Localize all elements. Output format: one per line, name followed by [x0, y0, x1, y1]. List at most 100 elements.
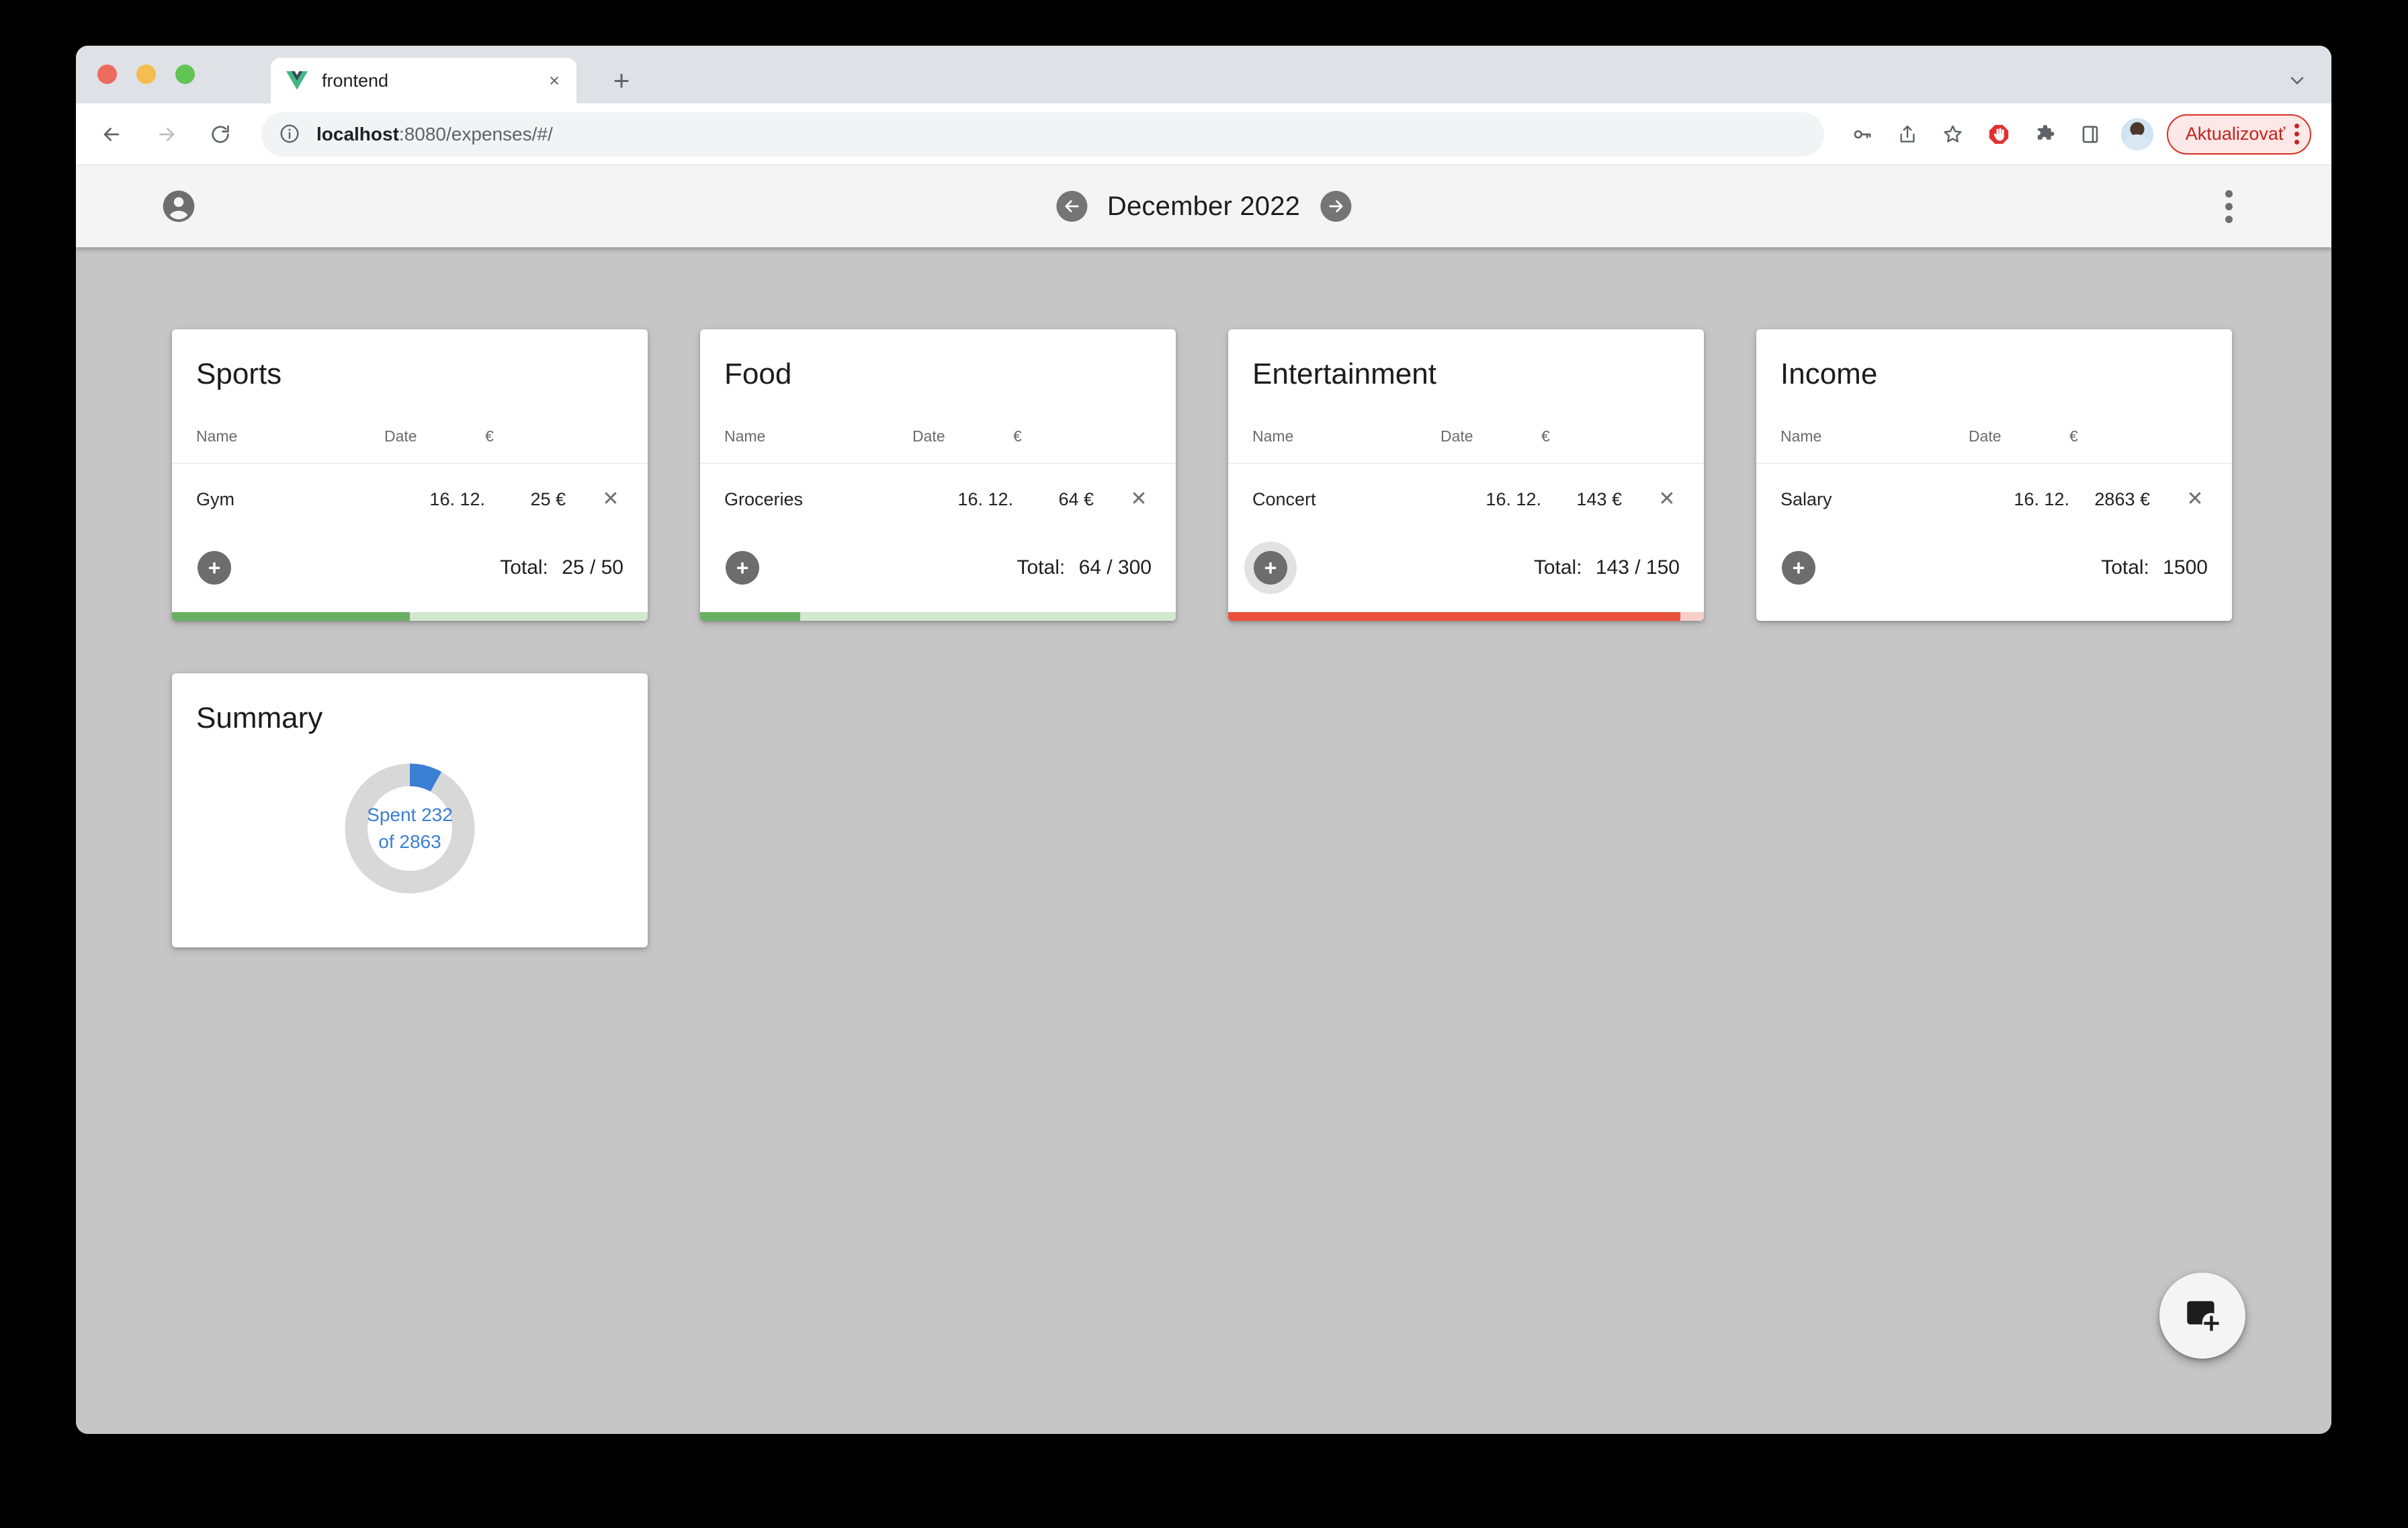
back-arrow-icon[interactable] — [92, 115, 131, 154]
avatar[interactable] — [2120, 118, 2153, 151]
account-circle-icon[interactable] — [158, 185, 200, 227]
budget-progress-fill — [700, 612, 800, 621]
donut-holder: Spent 232 of 2863 — [339, 758, 480, 899]
column-header-amount: € — [1541, 427, 1550, 445]
delete-expense-button[interactable]: ✕ — [1654, 486, 1680, 512]
summary-donut-chart: Spent 232 of 2863 — [172, 735, 648, 917]
expense-name: Concert — [1252, 489, 1316, 509]
more-vert-icon[interactable] — [2294, 124, 2299, 144]
table-row: Groceries 16. 12. 64 € ✕ — [700, 464, 1176, 535]
toolbar-actions: Aktualizovať — [1835, 114, 2331, 155]
close-tab-button[interactable]: × — [544, 71, 564, 91]
add-expense-button[interactable]: + — [716, 542, 769, 594]
app-viewport: December 2022 Sports Name Date € Gym 16.… — [76, 165, 2331, 1434]
add-expense-button[interactable]: + — [1772, 542, 1825, 594]
table-header: Name Date € — [1228, 391, 1704, 464]
add-expense-button[interactable]: + — [1244, 542, 1297, 594]
update-button-label: Aktualizovať — [2185, 124, 2285, 144]
total-value: 64 / 300 — [1078, 556, 1152, 579]
table-header: Name Date € — [172, 391, 648, 464]
budget-progress-bar — [1228, 612, 1704, 621]
url-host: localhost — [316, 123, 399, 144]
summary-card-row: Summary Spent 232 of 2863 — [76, 673, 2331, 947]
star-icon[interactable] — [1934, 116, 1972, 153]
url-path: :8080/expenses/#/ — [398, 123, 553, 144]
column-header-amount: € — [485, 427, 494, 445]
summary-title: Summary — [196, 702, 323, 734]
column-header-date: Date — [912, 427, 945, 445]
add-card-icon — [2182, 1293, 2223, 1339]
plus-icon: + — [1254, 551, 1287, 585]
next-month-button[interactable] — [1320, 191, 1352, 222]
card-footer: + Total: 1500 — [1756, 535, 2232, 621]
reload-icon[interactable] — [201, 115, 240, 154]
column-header-date: Date — [1969, 427, 2002, 445]
plus-icon: + — [1782, 551, 1815, 585]
previous-month-button[interactable] — [1056, 191, 1087, 222]
column-header-date: Date — [1440, 427, 1473, 445]
delete-expense-button[interactable]: ✕ — [598, 486, 624, 512]
url-text: localhost:8080/expenses/#/ — [316, 124, 553, 145]
table-header: Name Date € — [700, 391, 1176, 464]
card-total: Total: 64 / 300 — [1017, 556, 1152, 579]
new-tab-button[interactable]: + — [607, 66, 636, 95]
expense-date: 16. 12. — [1486, 489, 1541, 509]
column-header-name: Name — [1780, 427, 1822, 445]
forward-arrow-icon[interactable] — [147, 115, 186, 154]
chevron-down-icon[interactable] — [2287, 70, 2307, 93]
total-label: Total: — [1017, 556, 1066, 579]
expense-amount: 143 € — [1576, 489, 1622, 509]
update-browser-button[interactable]: Aktualizovať — [2166, 114, 2311, 155]
more-vert-icon[interactable] — [2212, 187, 2245, 226]
expense-date: 16. 12. — [429, 489, 485, 509]
card-footer: + Total: 64 / 300 — [700, 535, 1176, 621]
adblock-icon[interactable] — [1980, 116, 2018, 153]
browser-toolbar: localhost:8080/expenses/#/ Aktualizovať — [76, 103, 2331, 165]
plus-icon: + — [726, 551, 759, 585]
category-card: Entertainment Name Date € Concert 16. 12… — [1228, 329, 1704, 621]
column-header-amount: € — [2069, 427, 2078, 445]
donut-svg — [345, 763, 475, 894]
budget-progress-fill — [1228, 612, 1680, 621]
table-row: Salary 16. 12. 2863 € ✕ — [1756, 464, 2232, 535]
browser-tab[interactable]: frontend × — [271, 58, 576, 103]
tab-title: frontend — [322, 70, 389, 91]
expense-amount: 2863 € — [2094, 489, 2150, 509]
column-header-date: Date — [384, 427, 417, 445]
delete-expense-button[interactable]: ✕ — [1126, 486, 1152, 512]
table-header: Name Date € — [1756, 391, 2232, 464]
summary-card: Summary Spent 232 of 2863 — [172, 673, 648, 947]
column-header-amount: € — [1013, 427, 1022, 445]
expense-amount: 25 € — [530, 489, 566, 509]
plus-icon: + — [198, 551, 231, 585]
total-label: Total: — [1533, 556, 1582, 579]
card-total: Total: 25 / 50 — [500, 556, 624, 579]
vue-logo-icon — [286, 71, 308, 91]
table-row: Gym 16. 12. 25 € ✕ — [172, 464, 648, 535]
add-expense-button[interactable]: + — [188, 542, 241, 594]
card-total: Total: 1500 — [2101, 556, 2208, 579]
total-value: 143 / 150 — [1595, 556, 1680, 579]
browser-window: frontend × + localhost:8080/expenses/#/ … — [76, 46, 2331, 1434]
cards-area: Sports Name Date € Gym 16. 12. 25 € ✕ + — [76, 247, 2331, 947]
info-circle-icon[interactable] — [279, 123, 302, 146]
address-bar[interactable]: localhost:8080/expenses/#/ — [261, 112, 1824, 157]
minimize-window-button[interactable] — [136, 65, 156, 84]
close-window-button[interactable] — [97, 65, 117, 84]
maximize-window-button[interactable] — [175, 65, 195, 84]
budget-progress-fill — [172, 612, 410, 621]
sidepanel-icon[interactable] — [2071, 116, 2109, 153]
extensions-icon[interactable] — [2026, 116, 2063, 153]
column-header-name: Name — [724, 427, 766, 445]
expense-name: Salary — [1780, 489, 1832, 509]
total-value: 1500 — [2163, 556, 2208, 579]
add-card-fab[interactable] — [2159, 1273, 2245, 1359]
expense-name: Groceries — [724, 489, 804, 509]
card-title: Sports — [196, 357, 282, 390]
delete-expense-button[interactable]: ✕ — [2182, 486, 2208, 512]
share-icon[interactable] — [1889, 116, 1926, 153]
category-card-row: Sports Name Date € Gym 16. 12. 25 € ✕ + — [76, 329, 2331, 621]
tab-strip: frontend × + — [76, 46, 2331, 103]
key-icon[interactable] — [1843, 116, 1881, 153]
expense-date: 16. 12. — [957, 489, 1013, 509]
